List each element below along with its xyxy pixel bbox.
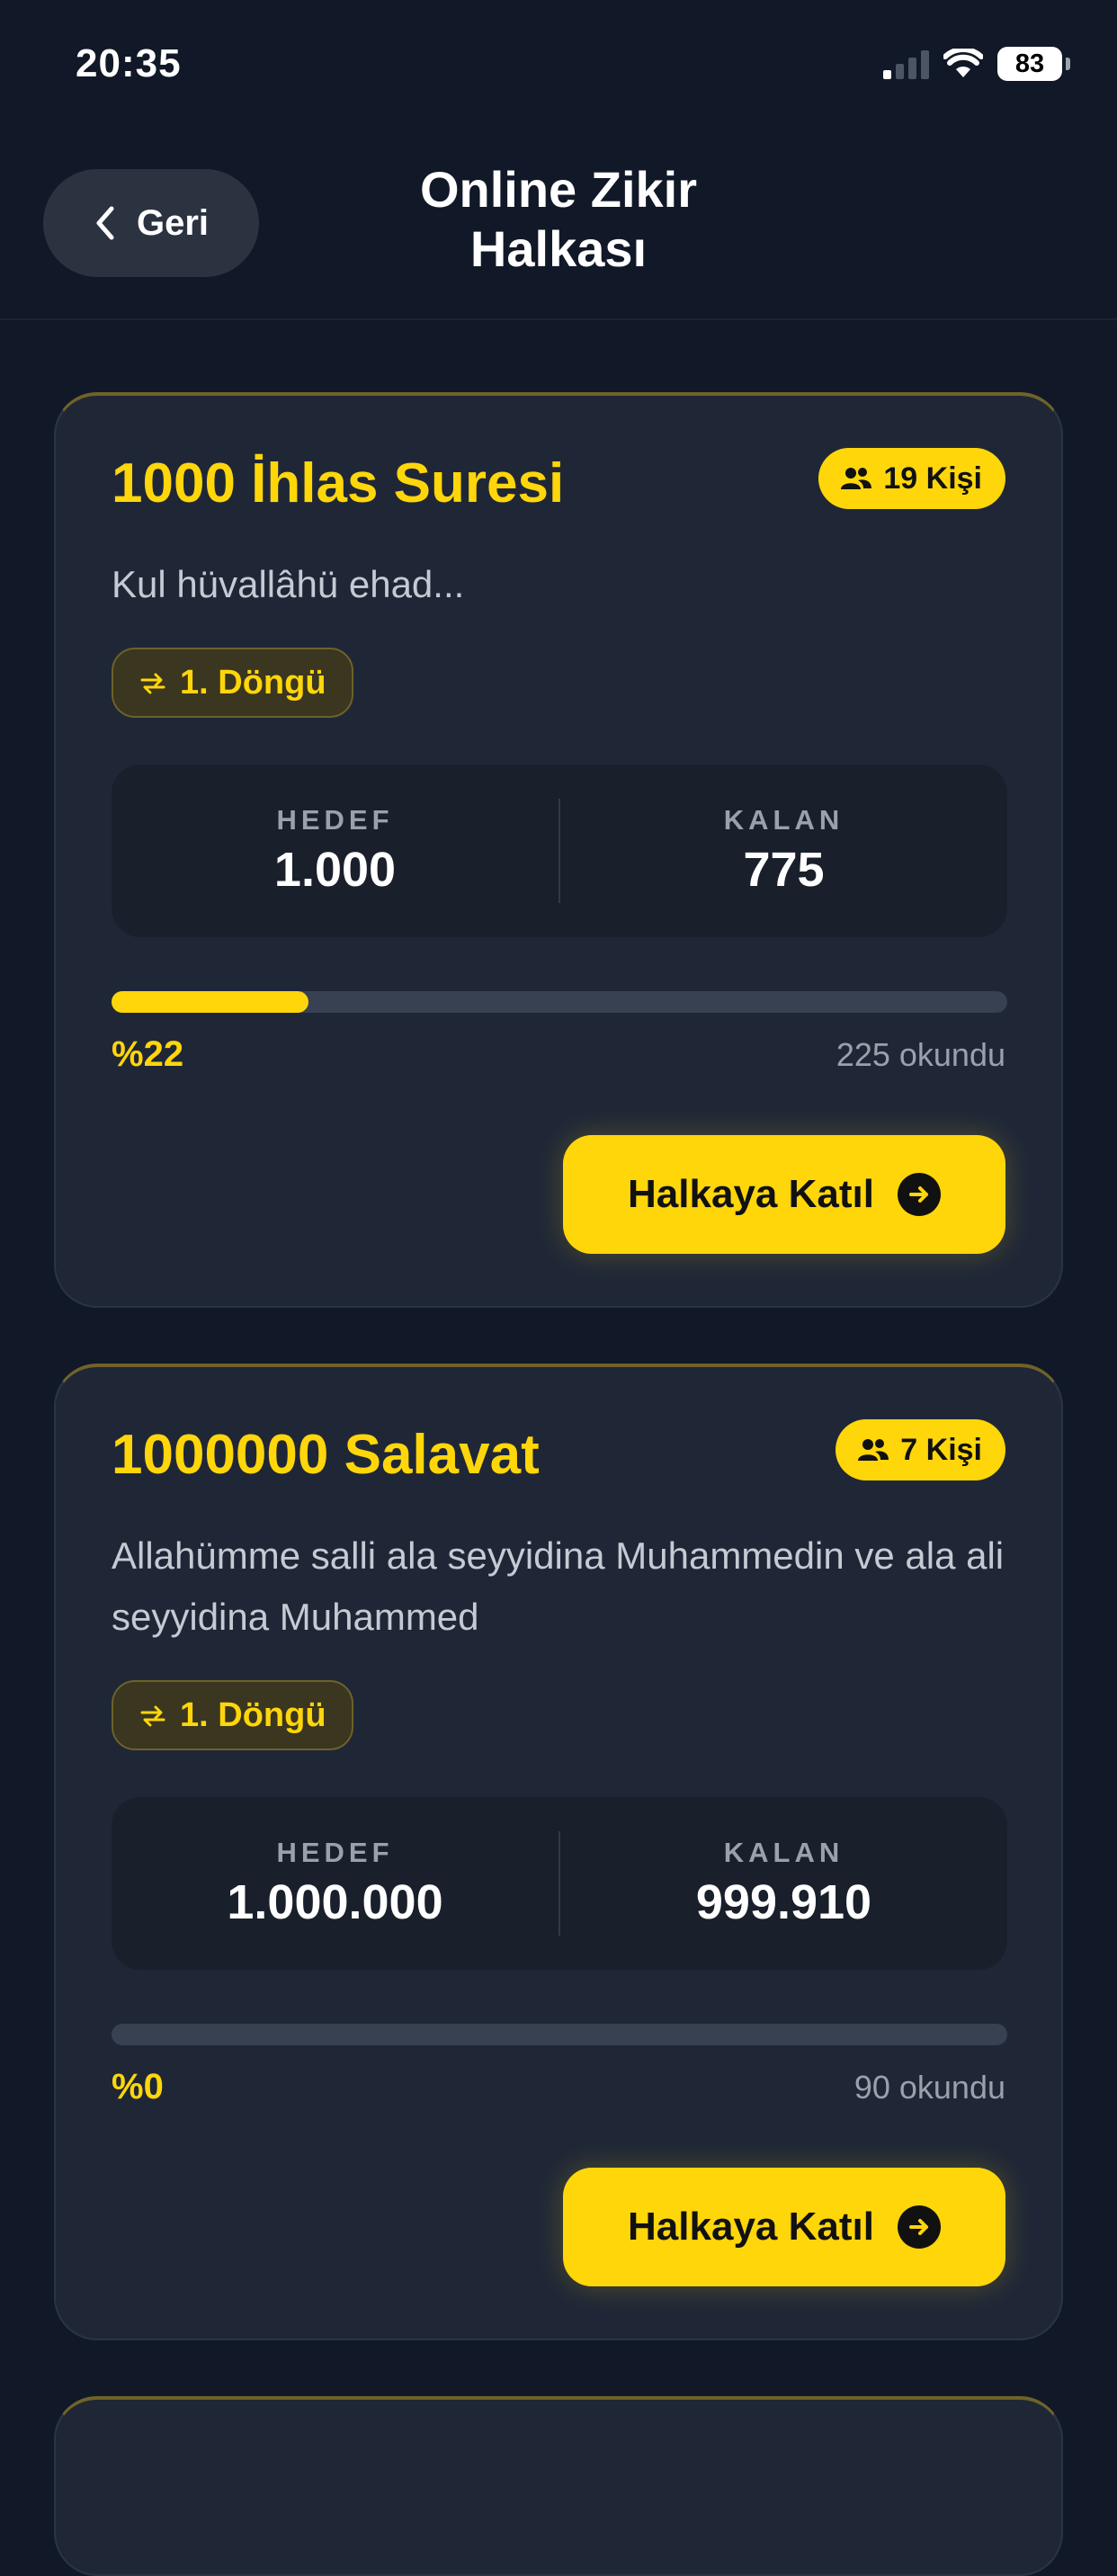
- stats-box: HEDEF 1.000.000 KALAN 999.910: [112, 1797, 1007, 1970]
- status-bar: 20:35 83: [0, 0, 1117, 135]
- users-icon: [841, 468, 872, 489]
- remaining-value: 775: [743, 843, 825, 897]
- zikir-card-partial: [54, 2396, 1063, 2576]
- back-button[interactable]: Geri: [43, 169, 259, 277]
- stats-box: HEDEF 1.000 KALAN 775: [112, 765, 1007, 937]
- cycle-label: 1. Döngü: [180, 663, 326, 702]
- progress-percent: %0: [112, 2067, 164, 2106]
- users-icon: [858, 1439, 889, 1461]
- arrow-right-icon: [897, 1173, 941, 1216]
- remaining-stat: KALAN 999.910: [560, 1797, 1007, 1970]
- target-value: 1.000.000: [227, 1875, 443, 1929]
- card-description: Kul hüvallâhü ehad...: [112, 563, 465, 605]
- target-stat: HEDEF 1.000.000: [112, 1797, 558, 1970]
- remaining-label: KALAN: [723, 1837, 844, 1868]
- join-button[interactable]: Halkaya Katıl: [563, 1135, 1005, 1254]
- cycle-badge: 1. Döngü: [112, 1680, 353, 1750]
- remaining-value: 999.910: [695, 1875, 872, 1929]
- page-title: Online Zikir Halkası: [419, 161, 698, 277]
- repeat-icon: [140, 673, 165, 694]
- read-count: 90 okundu: [853, 2069, 1005, 2106]
- battery-icon: 83: [997, 47, 1070, 81]
- participants-count: 7 Kişi: [900, 1432, 982, 1467]
- join-label: Halkaya Katıl: [628, 1172, 874, 1216]
- status-icons: 83: [883, 47, 1070, 81]
- target-label: HEDEF: [276, 1837, 394, 1868]
- join-button[interactable]: Halkaya Katıl: [563, 2168, 1005, 2286]
- card-title: 1000000 Salavat: [112, 1424, 540, 1486]
- remaining-label: KALAN: [723, 804, 844, 836]
- participants-badge: 19 Kişi: [818, 448, 1005, 509]
- target-label: HEDEF: [276, 804, 394, 836]
- read-count: 225 okundu: [836, 1036, 1005, 1073]
- zikir-card: 1000 İhlas Suresi 19 Kişi Kul hüvallâhü …: [54, 392, 1063, 1308]
- target-value: 1.000: [273, 843, 397, 897]
- remaining-stat: KALAN 775: [560, 765, 1007, 937]
- battery-level: 83: [997, 47, 1062, 81]
- participants-badge: 7 Kişi: [836, 1419, 1005, 1480]
- card-title: 1000 İhlas Suresi: [112, 452, 565, 514]
- progress-bar: [112, 2024, 1007, 2045]
- join-label: Halkaya Katıl: [628, 2205, 874, 2249]
- arrow-right-icon: [897, 2205, 941, 2249]
- card-description: Allahümme salli ala seyyidina Muhammedin…: [112, 1534, 1005, 1638]
- progress-bar: [112, 991, 1007, 1013]
- status-time: 20:35: [76, 41, 182, 85]
- cycle-badge: 1. Döngü: [112, 648, 353, 718]
- progress-fill: [112, 991, 309, 1013]
- chevron-left-icon: [96, 206, 114, 240]
- repeat-icon: [140, 1705, 165, 1727]
- zikir-card: 1000000 Salavat 7 Kişi Allahümme salli a…: [54, 1364, 1063, 2340]
- header: Geri Online Zikir Halkası: [0, 135, 1117, 320]
- target-stat: HEDEF 1.000: [112, 765, 558, 937]
- participants-count: 19 Kişi: [883, 461, 982, 496]
- signal-icon: [883, 49, 929, 79]
- wifi-icon: [943, 49, 983, 77]
- progress-percent: %22: [112, 1034, 184, 1074]
- cycle-label: 1. Döngü: [180, 1695, 326, 1734]
- back-label: Geri: [136, 202, 210, 243]
